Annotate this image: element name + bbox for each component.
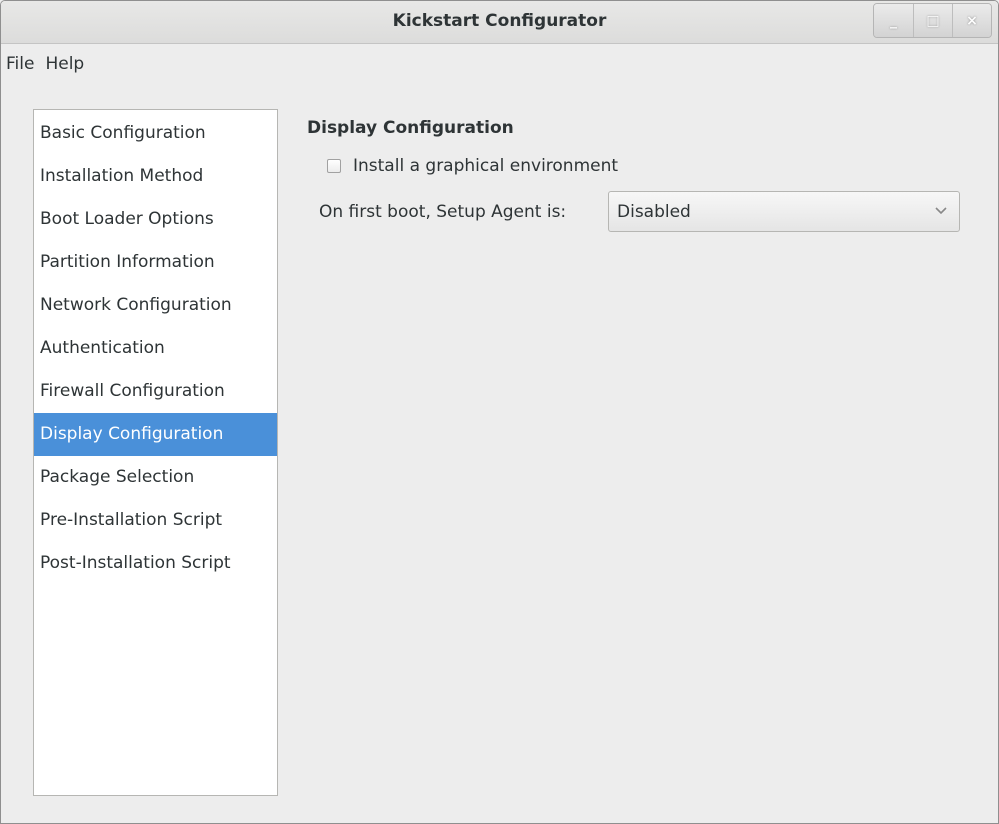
window-controls: _ □ ×	[873, 3, 992, 38]
maximize-button[interactable]: □	[913, 4, 952, 37]
display-configuration-panel: Display Configuration Install a graphica…	[307, 109, 968, 232]
minimize-icon: _	[890, 12, 897, 29]
title-bar[interactable]: Kickstart Configurator _ □ ×	[1, 1, 998, 44]
menu-help[interactable]: Help	[40, 44, 90, 84]
sidebar-item-pre-installation-script[interactable]: Pre-Installation Script	[34, 499, 277, 542]
maximize-icon: □	[926, 12, 940, 29]
section-title: Display Configuration	[307, 118, 514, 138]
sidebar-item-post-installation-script[interactable]: Post-Installation Script	[34, 542, 277, 585]
sidebar-item-firewall-configuration[interactable]: Firewall Configuration	[34, 370, 277, 413]
sidebar-item-installation-method[interactable]: Installation Method	[34, 155, 277, 198]
setup-agent-row: On first boot, Setup Agent is: Disabled	[307, 191, 968, 232]
close-icon: ×	[966, 12, 978, 29]
sidebar-item-authentication[interactable]: Authentication	[34, 327, 277, 370]
setup-agent-value: Disabled	[617, 201, 691, 222]
sidebar-item-display-configuration[interactable]: Display Configuration	[34, 413, 277, 456]
window-title: Kickstart Configurator	[392, 11, 607, 31]
sidebar-item-package-selection[interactable]: Package Selection	[34, 456, 277, 499]
close-button[interactable]: ×	[952, 4, 991, 37]
setup-agent-label: On first boot, Setup Agent is:	[319, 201, 567, 222]
sidebar-item-boot-loader-options[interactable]: Boot Loader Options	[34, 198, 277, 241]
minimize-button[interactable]: _	[874, 4, 913, 37]
app-window: Kickstart Configurator _ □ × File Help B…	[0, 0, 999, 824]
chevron-down-icon	[935, 204, 947, 219]
menu-bar: File Help	[1, 44, 998, 84]
graphical-environment-checkbox[interactable]	[327, 159, 341, 173]
setup-agent-select[interactable]: Disabled	[608, 191, 960, 232]
sidebar-item-basic-configuration[interactable]: Basic Configuration	[34, 112, 277, 155]
graphical-environment-option[interactable]: Install a graphical environment	[307, 147, 968, 185]
sidebar-item-network-configuration[interactable]: Network Configuration	[34, 284, 277, 327]
sidebar-item-partition-information[interactable]: Partition Information	[34, 241, 277, 284]
category-list: Basic Configuration Installation Method …	[33, 109, 278, 796]
menu-file[interactable]: File	[1, 44, 40, 84]
graphical-environment-label: Install a graphical environment	[353, 156, 619, 176]
